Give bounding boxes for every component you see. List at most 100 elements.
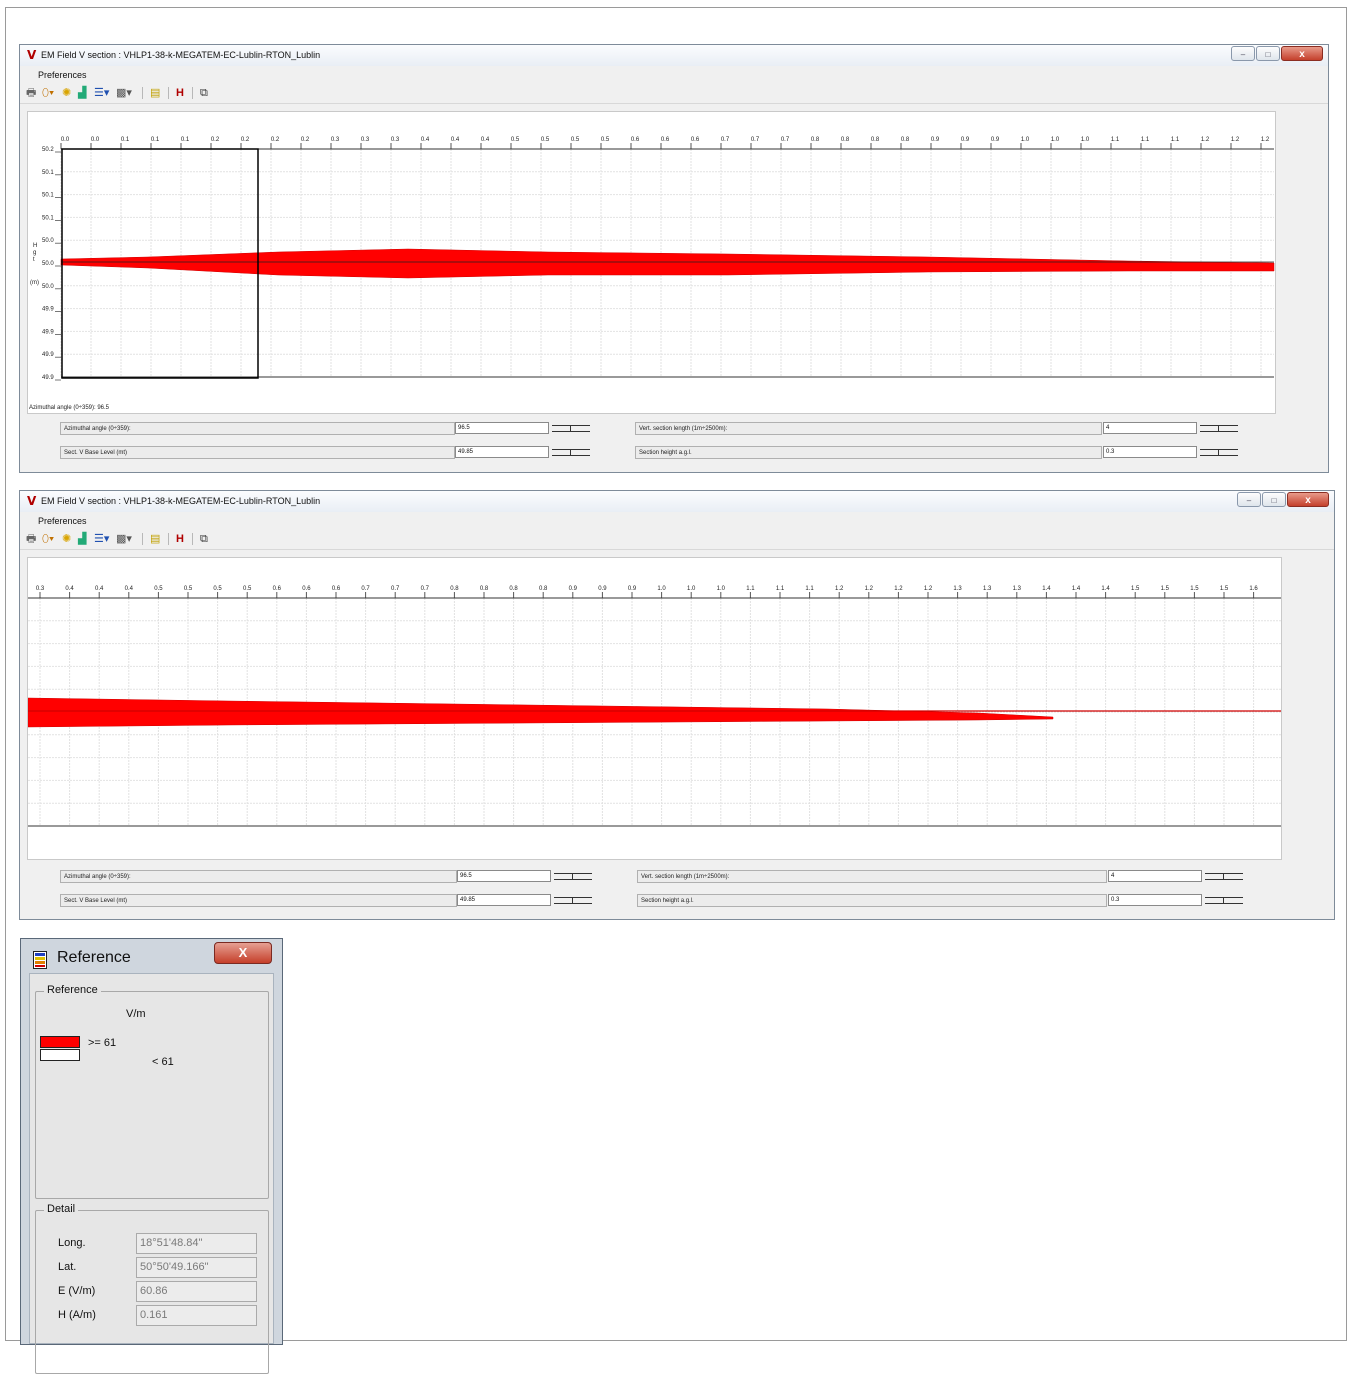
- legend-label-low: < 61: [152, 1056, 174, 1068]
- chart-icon[interactable]: ▟: [78, 531, 86, 547]
- azimuth-readout: Azimuthal angle (0÷359): 96.5: [29, 405, 110, 411]
- x-tick-label: 0.9: [961, 137, 970, 143]
- vert-length-slider[interactable]: [1205, 870, 1243, 883]
- x-tick-label: 0.2: [271, 137, 280, 143]
- reference-legend-icon[interactable]: ▤: [150, 531, 160, 547]
- x-tick-label: 0.6: [631, 137, 640, 143]
- close-button[interactable]: x: [1281, 46, 1323, 61]
- title-bar[interactable]: V EM Field V section : VHLP1-38-k-MEGATE…: [20, 491, 1334, 512]
- x-tick-label: 0.6: [332, 586, 341, 592]
- vert-length-slider[interactable]: [1200, 422, 1238, 435]
- x-tick-label: 0.9: [569, 586, 578, 592]
- x-tick-label: 0.9: [628, 586, 637, 592]
- export-icon[interactable]: ⧉: [200, 85, 208, 101]
- export-icon[interactable]: ⧉: [200, 531, 208, 547]
- toolbar: 🖶 ⬯▾ ✺ ▟ ☰▾ ▩▾ ▤ H ⧉: [20, 83, 1328, 104]
- maximize-button[interactable]: □: [1262, 492, 1286, 507]
- x-tick-label: 0.9: [931, 137, 940, 143]
- minimize-button[interactable]: –: [1237, 492, 1261, 507]
- window-title: EM Field V section : VHLP1-38-k-MEGATEM-…: [41, 50, 321, 60]
- x-tick-label: 0.2: [241, 137, 250, 143]
- h-field-icon[interactable]: H: [176, 85, 184, 101]
- vertical-section-plot[interactable]: 0.3 0.4 0.4 0.4 0.5 0.5 0.5 0.5 0.6 0.6 0.6 0.7 0.7 0…: [27, 557, 1282, 860]
- x-tick-label: 0.6: [691, 137, 700, 143]
- color-scale-icon[interactable]: ⬯▾: [42, 531, 54, 547]
- azimuthal-angle-label: Azimuthal angle (0÷359):: [60, 422, 455, 435]
- x-tick-label: 1.1: [805, 586, 814, 592]
- x-tick-label: 0.0: [61, 137, 70, 143]
- y-tick-label: 49.9: [42, 352, 54, 358]
- menu-bar: Preferences: [20, 66, 1328, 83]
- menu-bar: Preferences: [20, 512, 1334, 529]
- e-field-value: 60.86: [136, 1281, 257, 1302]
- x-tick-label: 0.7: [781, 137, 790, 143]
- x-tick-label: 1.3: [983, 586, 992, 592]
- list-icon[interactable]: ☰▾: [94, 531, 109, 547]
- menu-preferences[interactable]: Preferences: [38, 70, 87, 80]
- x-tick-label: 0.1: [121, 137, 130, 143]
- y-tick-label: 50.0: [42, 238, 54, 244]
- section-height-slider[interactable]: [1200, 446, 1238, 459]
- em-field-window-2: V EM Field V section : VHLP1-38-k-MEGATE…: [19, 490, 1335, 920]
- base-level-slider[interactable]: [554, 894, 592, 907]
- sun-tool-icon[interactable]: ✺: [62, 531, 71, 547]
- map-icon[interactable]: ▩▾: [116, 531, 132, 547]
- sun-tool-icon[interactable]: ✺: [62, 85, 71, 101]
- color-scale-icon[interactable]: ⬯▾: [42, 85, 54, 101]
- base-level-input[interactable]: 49.85: [457, 894, 551, 906]
- vert-length-input[interactable]: 4: [1103, 422, 1197, 434]
- x-tick-label: 1.5: [1161, 586, 1170, 592]
- x-tick-label: 0.8: [871, 137, 880, 143]
- x-tick-label: 1.1: [746, 586, 755, 592]
- x-tick-label: 0.1: [181, 137, 190, 143]
- x-tick-label: 0.4: [421, 137, 430, 143]
- y-tick-label: 50.2: [42, 147, 54, 153]
- x-tick-label: 1.0: [1081, 137, 1090, 143]
- print-icon[interactable]: 🖶: [26, 85, 36, 101]
- vert-length-input[interactable]: 4: [1108, 870, 1202, 882]
- base-level-slider[interactable]: [552, 446, 590, 459]
- x-tick-label: 0.2: [211, 137, 220, 143]
- y-tick-label: 50.1: [42, 215, 54, 221]
- list-icon[interactable]: ☰▾: [94, 85, 109, 101]
- x-tick-label: 1.5: [1131, 586, 1140, 592]
- azimuthal-angle-slider[interactable]: [554, 870, 592, 883]
- azimuthal-angle-input[interactable]: 96.5: [455, 422, 549, 434]
- maximize-button[interactable]: □: [1256, 46, 1280, 61]
- x-tick-label: 0.7: [361, 586, 370, 592]
- x-tick-label: 1.2: [865, 586, 874, 592]
- print-icon[interactable]: 🖶: [26, 531, 36, 547]
- legend-icon: [33, 951, 47, 969]
- section-height-input[interactable]: 0.3: [1103, 446, 1197, 458]
- base-level-input[interactable]: 49.85: [455, 446, 549, 458]
- x-tick-label: 0.3: [391, 137, 400, 143]
- close-button[interactable]: x: [1287, 492, 1329, 507]
- vertical-section-plot[interactable]: 0.0 0.0 0.1 0.1 0.1 0.2 0.2 0.2 0.2 0.3 0.3 0.3 0.4 0…: [27, 111, 1276, 414]
- x-tick-label: 0.6: [302, 586, 311, 592]
- x-tick-label: 1.0: [687, 586, 696, 592]
- x-tick-label: 0.7: [751, 137, 760, 143]
- vert-length-label: Vert. section length (1m÷2500m):: [635, 422, 1102, 435]
- x-tick-label: 0.3: [36, 586, 45, 592]
- minimize-button[interactable]: –: [1231, 46, 1255, 61]
- map-icon[interactable]: ▩▾: [116, 85, 132, 101]
- close-button[interactable]: X: [214, 942, 272, 964]
- title-bar[interactable]: V EM Field V section : VHLP1-38-k-MEGATE…: [20, 45, 1328, 66]
- y-axis-label: g: [33, 250, 36, 256]
- section-height-input[interactable]: 0.3: [1108, 894, 1202, 906]
- legend-label-high: >= 61: [88, 1037, 117, 1049]
- x-tick-label: 0.5: [213, 586, 222, 592]
- x-tick-label: 0.4: [65, 586, 74, 592]
- x-tick-label: 0.4: [481, 137, 490, 143]
- app-v-icon: V: [27, 48, 37, 62]
- chart-icon[interactable]: ▟: [78, 85, 86, 101]
- x-tick-label: 0.9: [598, 586, 607, 592]
- reference-legend-icon[interactable]: ▤: [150, 85, 160, 101]
- azimuthal-angle-slider[interactable]: [552, 422, 590, 435]
- section-height-slider[interactable]: [1205, 894, 1243, 907]
- h-field-icon[interactable]: H: [176, 531, 184, 547]
- azimuthal-angle-input[interactable]: 96.5: [457, 870, 551, 882]
- reference-dialog: Reference X Reference V/m >= 61 < 61 Det…: [20, 938, 283, 1374]
- menu-preferences[interactable]: Preferences: [38, 516, 87, 526]
- group-title: Reference: [44, 984, 101, 996]
